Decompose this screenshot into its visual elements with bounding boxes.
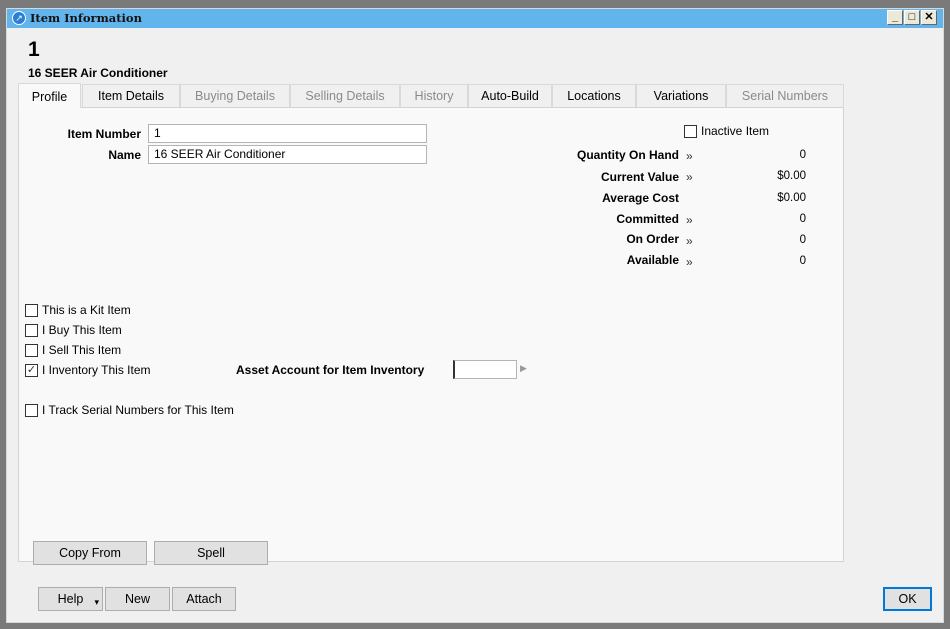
asset-account-input[interactable] [453, 360, 517, 379]
checkbox-box[interactable] [25, 303, 38, 317]
quantity-on-hand-drill-icon[interactable]: » [686, 149, 693, 163]
asset-account-lookup-icon[interactable]: ▶ [520, 363, 527, 374]
committed-drill-icon[interactable]: » [686, 213, 693, 227]
title-bar: ↗ Item Information _ □ ✕ [7, 9, 943, 28]
checkbox-box[interactable] [25, 343, 38, 357]
spell-button[interactable]: Spell [154, 541, 268, 565]
quantity-on-hand-value: 0 [799, 149, 806, 161]
current-value-label: Current Value [600, 170, 679, 184]
inventory-item-checkbox[interactable]: ✓ I Inventory This Item [25, 363, 151, 377]
current-value-drill-icon[interactable]: » [686, 170, 693, 184]
tab-history[interactable]: History [400, 84, 468, 107]
buy-item-label: I Buy This Item [42, 323, 122, 337]
item-name-heading: 16 SEER Air Conditioner [28, 66, 168, 80]
quantity-on-hand-label: Quantity On Hand [577, 148, 679, 162]
sell-item-label: I Sell This Item [42, 343, 122, 357]
inactive-item-label: Inactive Item [701, 124, 770, 138]
item-number-heading: 1 [28, 38, 40, 61]
help-label: Help [57, 592, 84, 606]
on-order-label: On Order [626, 232, 679, 246]
copy-from-button[interactable]: Copy From [33, 541, 147, 565]
checkbox-checked-box[interactable]: ✓ [25, 363, 38, 377]
on-order-drill-icon[interactable]: » [686, 234, 693, 248]
new-button[interactable]: New [105, 587, 170, 611]
committed-value: 0 [799, 213, 806, 225]
average-cost-label: Average Cost [602, 191, 679, 205]
ok-button[interactable]: OK [883, 587, 932, 611]
help-dropdown-icon[interactable]: ▾ [94, 591, 99, 613]
committed-label: Committed [616, 212, 679, 226]
inventory-item-label: I Inventory This Item [42, 363, 151, 377]
inactive-item-checkbox[interactable]: Inactive Item [684, 124, 769, 138]
attach-button[interactable]: Attach [172, 587, 236, 611]
maximize-button[interactable]: □ [904, 10, 920, 25]
tab-variations[interactable]: Variations [636, 84, 726, 107]
name-input[interactable]: 16 SEER Air Conditioner [148, 145, 427, 164]
available-label: Available [626, 253, 679, 267]
asset-account-label: Asset Account for Item Inventory [236, 363, 425, 377]
close-button[interactable]: ✕ [921, 10, 937, 25]
on-order-value: 0 [799, 234, 806, 246]
tab-item-details[interactable]: Item Details [82, 84, 180, 107]
window-title: Item Information [30, 11, 142, 25]
kit-item-checkbox[interactable]: This is a Kit Item [25, 303, 131, 317]
available-drill-icon[interactable]: » [686, 255, 693, 269]
tab-selling-details[interactable]: Selling Details [290, 84, 400, 107]
checkbox-box[interactable] [684, 124, 697, 138]
app-icon: ↗ [12, 11, 26, 25]
item-number-label: Item Number [67, 127, 141, 141]
average-cost-value: $0.00 [777, 192, 806, 204]
sell-item-checkbox[interactable]: I Sell This Item [25, 343, 121, 357]
track-serial-label: I Track Serial Numbers for This Item [42, 403, 234, 417]
current-value-value: $0.00 [777, 170, 806, 182]
profile-panel: Item Number 1 Name 16 SEER Air Condition… [18, 107, 844, 565]
item-number-input[interactable]: 1 [148, 124, 427, 143]
kit-item-label: This is a Kit Item [42, 303, 131, 317]
tab-profile[interactable]: Profile [18, 83, 81, 108]
help-button[interactable]: Help ▾ [38, 587, 103, 611]
name-label: Name [108, 148, 141, 162]
available-value: 0 [799, 255, 806, 267]
checkbox-box[interactable] [25, 323, 38, 337]
buy-item-checkbox[interactable]: I Buy This Item [25, 323, 122, 337]
tab-locations[interactable]: Locations [552, 84, 636, 107]
minimize-button[interactable]: _ [887, 10, 903, 25]
item-information-window: ↗ Item Information _ □ ✕ 1 16 SEER Air C… [6, 8, 944, 623]
track-serial-checkbox[interactable]: I Track Serial Numbers for This Item [25, 403, 234, 417]
tab-auto-build[interactable]: Auto-Build [468, 84, 552, 107]
tab-buying-details[interactable]: Buying Details [180, 84, 290, 107]
checkbox-box[interactable] [25, 403, 38, 417]
tab-serial-numbers[interactable]: Serial Numbers [726, 84, 844, 107]
